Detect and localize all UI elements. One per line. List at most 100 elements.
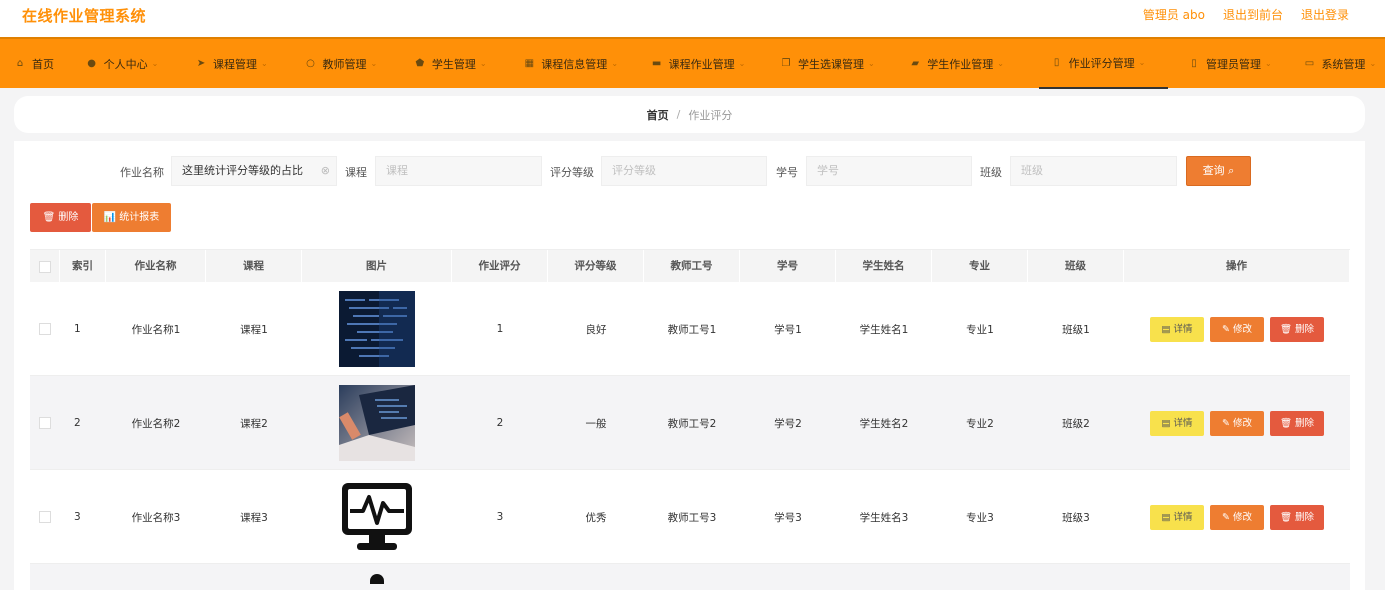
header-course: 课程	[206, 250, 302, 283]
header-student-name: 学生姓名	[836, 250, 932, 283]
box-icon: ▭	[1304, 57, 1315, 69]
header-major: 专业	[932, 250, 1028, 283]
header-teacher-id: 教师工号	[644, 250, 740, 283]
header-homework-name: 作业名称	[106, 250, 206, 283]
user-icon: ●	[87, 57, 96, 69]
chevron-down-icon: ⌄	[997, 59, 1004, 68]
exit-to-front-link[interactable]: 退出到前台	[1223, 6, 1283, 23]
chevron-down-icon: ⌄	[151, 59, 159, 68]
nav-item-student-homework[interactable]: ▰ 学生作业管理 ⌄	[909, 38, 1038, 89]
table-row: 3 作业名称3 课程3 3 优秀 教师工号3 学号3 学生姓名3 专业3 班级3	[30, 470, 1350, 564]
cell-grade: 一般	[585, 417, 607, 430]
cell-index	[60, 564, 106, 590]
cell-index: 2	[74, 417, 81, 429]
nav-item-course-homework[interactable]: ▬ 课程作业管理 ⌄	[651, 38, 780, 89]
select-all-checkbox[interactable]	[38, 260, 51, 273]
breadcrumb-home[interactable]: 首页	[647, 107, 669, 123]
cell-image	[302, 470, 452, 564]
row-checkbox[interactable]	[39, 417, 51, 429]
delete-button[interactable]: 🗑 删除	[1270, 410, 1324, 436]
nav-item-student[interactable]: ⬟ 学生管理 ⌄	[414, 38, 523, 89]
cell-grade: 优秀	[585, 511, 607, 524]
row-checkbox-cell	[30, 376, 60, 470]
main-nav: ⌂ 首页 ● 个人中心 ⌄ ➤ 课程管理 ⌄ ○ 教师管理 ⌄ ⬟ 学生管理 ⌄ ▦ 课程信息管理 ⌄…	[0, 37, 1385, 89]
nav-item-homework-score[interactable]: ▯ 作业评分管理 ⌄	[1038, 38, 1168, 89]
chat-icon: ▬	[651, 57, 662, 69]
class-input[interactable]: 班级	[1010, 156, 1177, 186]
cell-teacher-id: 教师工号1	[667, 323, 717, 336]
code-screen-image	[339, 291, 415, 367]
cell-course	[206, 564, 302, 590]
statistics-report-button[interactable]: 📊 统计报表	[92, 203, 171, 232]
edit-button[interactable]: ✎ 修改	[1210, 316, 1264, 342]
monitor-icon	[339, 479, 415, 555]
course-label: 课程	[345, 166, 367, 179]
header-class: 班级	[1028, 250, 1124, 283]
cell-image	[302, 282, 452, 376]
student-id-input[interactable]: 学号	[806, 156, 972, 186]
nav-item-course[interactable]: ➤ 课程管理 ⌄	[195, 38, 304, 89]
cell-image	[302, 376, 452, 470]
cell-major: 专业1	[966, 323, 994, 336]
clear-icon[interactable]: ⊗	[321, 157, 330, 185]
chevron-down-icon: ⌄	[479, 59, 487, 68]
doc-icon: ▯	[1053, 56, 1060, 68]
breadcrumb-separator: /	[676, 108, 681, 121]
nav-item-system[interactable]: ▭ 系统管理 ⌄	[1285, 38, 1385, 89]
cell-course: 课程3	[240, 511, 268, 524]
row-checkbox-cell	[30, 282, 60, 376]
nav-item-home[interactable]: ⌂ 首页	[14, 38, 86, 89]
cell-homework-name: 作业名称1	[131, 323, 181, 336]
cell-student-name: 学生姓名3	[859, 511, 909, 524]
cell-major: 专业2	[966, 417, 994, 430]
row-checkbox[interactable]	[39, 511, 51, 523]
cell-index: 3	[74, 511, 81, 523]
grid-icon: ▦	[524, 57, 535, 69]
nav-item-student-course[interactable]: ❐ 学生选课管理 ⌄	[780, 38, 909, 89]
homework-name-label: 作业名称	[120, 166, 164, 179]
nav-item-course-info[interactable]: ▦ 课程信息管理 ⌄	[523, 38, 650, 89]
batch-delete-button[interactable]: 🗑 删除	[30, 203, 91, 232]
detail-button[interactable]: ▤ 详情	[1150, 410, 1204, 436]
cell-student-name: 学生姓名1	[859, 323, 909, 336]
main-panel: 作业名称 这里统计评分等级的占比 ⊗ 课程 课程 评分等级 评分等级 学号 学号…	[14, 141, 1365, 590]
cell-score: 1	[496, 323, 504, 335]
edit-button[interactable]: ✎ 修改	[1210, 410, 1264, 436]
cell-score: 3	[496, 511, 504, 523]
nav-item-teacher[interactable]: ○ 教师管理 ⌄	[304, 38, 413, 89]
cell-grade: 良好	[585, 323, 607, 336]
header-index: 索引	[60, 250, 106, 283]
logout-link[interactable]: 退出登录	[1301, 6, 1349, 23]
cell-class: 班级2	[1062, 417, 1090, 430]
shield-icon: ⬟	[415, 57, 425, 69]
cell-student-name: 学生姓名2	[859, 417, 909, 430]
detail-button[interactable]: ▤ 详情	[1150, 316, 1204, 342]
search-bar: 作业名称 这里统计评分等级的占比 ⊗ 课程 课程 评分等级 评分等级 学号 学号…	[14, 156, 1365, 186]
cell-homework-name: 作业名称3	[131, 511, 181, 524]
nav-item-admin[interactable]: ▯ 管理员管理 ⌄	[1168, 38, 1285, 89]
homework-name-input[interactable]: 这里统计评分等级的占比 ⊗	[171, 156, 337, 186]
student-id-label: 学号	[776, 166, 798, 179]
partial-image	[370, 574, 384, 584]
copy-icon: ❐	[781, 57, 791, 69]
cell-homework-name	[106, 564, 206, 590]
cell-class: 班级3	[1062, 511, 1090, 524]
course-input[interactable]: 课程	[375, 156, 542, 186]
app-title: 在线作业管理系统	[22, 7, 147, 25]
delete-button[interactable]: 🗑 删除	[1270, 504, 1324, 530]
nav-item-personal[interactable]: ● 个人中心 ⌄	[86, 38, 195, 89]
admin-user-link[interactable]: 管理员 abo	[1143, 6, 1205, 23]
table-row	[30, 564, 1350, 590]
edit-button[interactable]: ✎ 修改	[1210, 504, 1264, 530]
cell-homework-name: 作业名称2	[131, 417, 181, 430]
detail-button[interactable]: ▤ 详情	[1150, 504, 1204, 530]
delete-button[interactable]: 🗑 删除	[1270, 316, 1324, 342]
grade-input[interactable]: 评分等级	[601, 156, 767, 186]
chevron-down-icon: ⌄	[867, 59, 875, 68]
cell-index: 1	[74, 323, 81, 335]
cell-course: 课程2	[240, 417, 268, 430]
row-checkbox[interactable]	[39, 323, 51, 335]
header-student-id: 学号	[740, 250, 836, 283]
search-button[interactable]: 查询 ⌕	[1186, 156, 1251, 186]
cell-operations: ▤ 详情 ✎ 修改 🗑 删除	[1124, 470, 1350, 564]
